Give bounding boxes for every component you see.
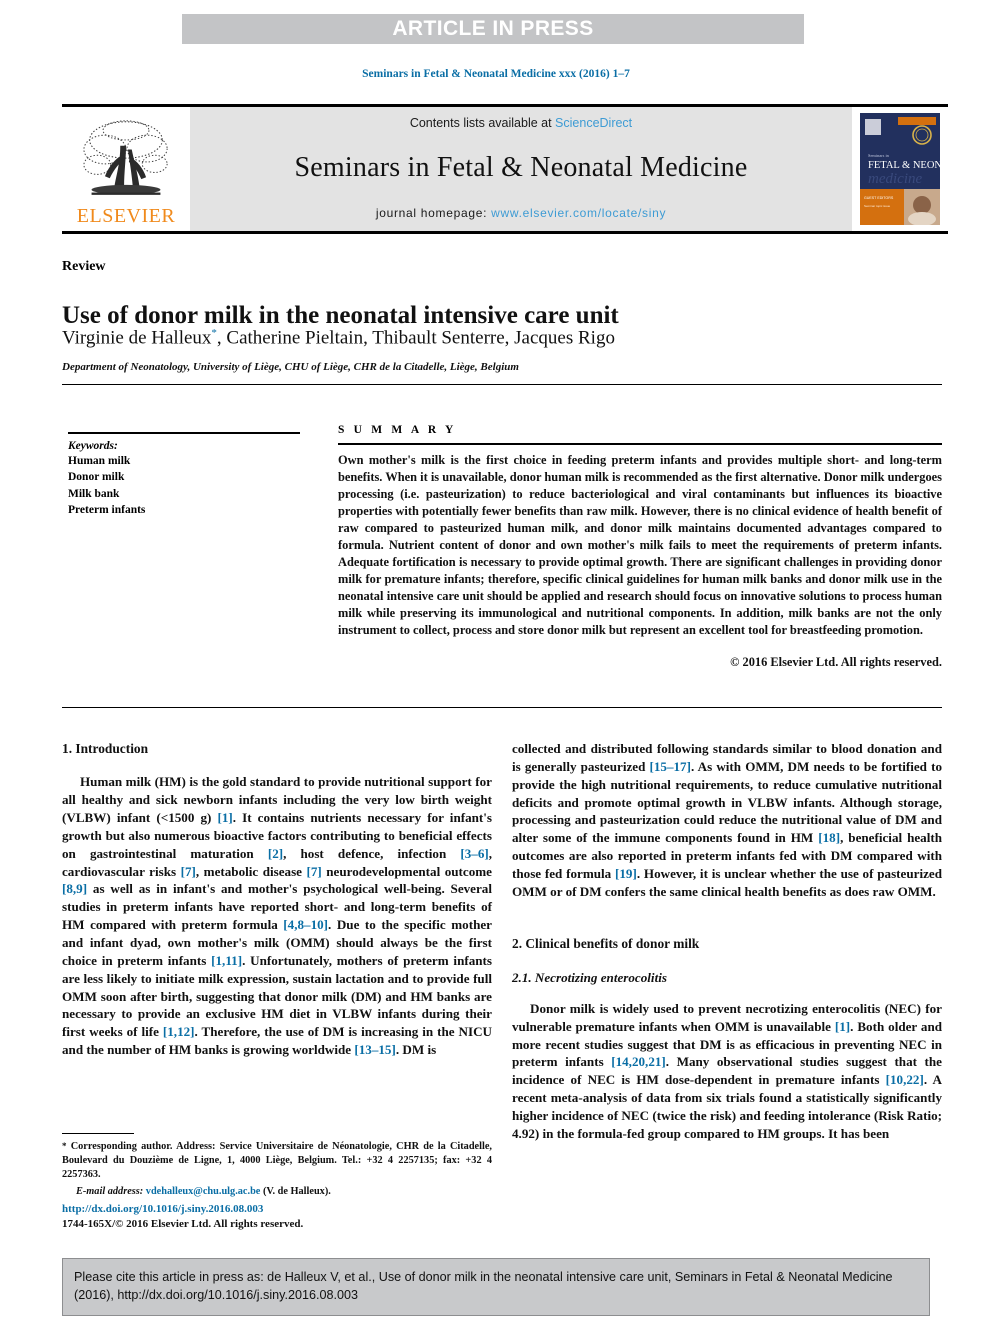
keywords-heading: Keywords: — [68, 440, 118, 452]
summary-block: S U M M A R Y Own mother's milk is the f… — [338, 424, 942, 670]
footnote-text: Corresponding author. Address: Service U… — [62, 1141, 492, 1181]
svg-text:Seminars in: Seminars in — [868, 153, 890, 158]
citation-ref[interactable]: [15–17] — [650, 759, 691, 774]
footnote-divider — [62, 1133, 134, 1134]
svg-text:Seminar topic issue: Seminar topic issue — [864, 204, 891, 208]
email-link[interactable]: vdehalleux@chu.ulg.ac.be — [146, 1186, 261, 1197]
text-run: , host defence, infection — [283, 845, 461, 861]
divider-under-abstract — [62, 707, 942, 708]
issn-copyright-line: 1744-165X/© 2016 Elsevier Ltd. All right… — [62, 1217, 304, 1230]
citation-ref[interactable]: [18] — [818, 830, 840, 845]
paragraph-nec: Donor milk is widely used to prevent nec… — [512, 1000, 942, 1143]
svg-text:GUEST EDITORS: GUEST EDITORS — [864, 196, 894, 200]
summary-text: Own mother's milk is the first choice in… — [338, 453, 942, 637]
section-heading-clinical-benefits: 2. Clinical benefits of donor milk — [512, 935, 700, 951]
corresponding-author-footnote: * Corresponding author. Address: Service… — [62, 1140, 492, 1199]
contents-lists-line: Contents lists available at ScienceDirec… — [410, 116, 632, 130]
email-suffix: (V. de Halleux). — [260, 1185, 331, 1197]
citation-ref[interactable]: [2] — [268, 846, 283, 861]
subsection-heading-nec: 2.1. Necrotizing enterocolitis — [512, 970, 667, 986]
doi-block: http://dx.doi.org/10.1016/j.siny.2016.08… — [62, 1202, 492, 1232]
footnote-email-line: E-mail address: vdehalleux@chu.ulg.ac.be… — [62, 1185, 492, 1199]
contents-prefix: Contents lists available at — [409, 116, 556, 130]
citation-ref[interactable]: [1,11] — [211, 953, 242, 968]
summary-divider — [338, 443, 942, 445]
elsevier-wordmark: ELSEVIER — [76, 205, 176, 227]
citation-ref[interactable]: [4,8–10] — [283, 917, 328, 932]
journal-title: Seminars in Fetal & Neonatal Medicine — [294, 152, 748, 183]
journal-cover-icon: Seminars in FETAL & NEONATAL medicine GU… — [860, 113, 940, 225]
citation-ref[interactable]: [10,22] — [886, 1072, 924, 1087]
sciencedirect-link[interactable]: ScienceDirect — [555, 116, 632, 130]
summary-heading: S U M M A R Y — [338, 424, 457, 436]
body-column-right: collected and distributed following stan… — [512, 740, 942, 1143]
keywords-divider — [68, 432, 300, 434]
doi-link[interactable]: http://dx.doi.org/10.1016/j.siny.2016.08… — [62, 1202, 492, 1217]
text-run: , metabolic disease — [195, 863, 307, 879]
paragraph-introduction: Human milk (HM) is the gold standard to … — [62, 773, 492, 1059]
citation-ref[interactable]: [1] — [835, 1019, 850, 1034]
author-affiliation: Department of Neonatology, University of… — [62, 361, 519, 373]
keywords-block: Keywords: Human milk Donor milk Milk ban… — [68, 432, 300, 518]
journal-cover-thumbnail: Seminars in FETAL & NEONATAL medicine GU… — [852, 107, 948, 231]
divider-under-head — [62, 384, 942, 385]
keyword-item: Human milk — [68, 455, 131, 467]
citation-ref[interactable]: [1,12] — [163, 1024, 195, 1039]
keyword-item: Preterm infants — [68, 503, 146, 516]
elsevier-tree-icon — [83, 120, 168, 195]
citation-ref[interactable]: [13–15] — [354, 1042, 395, 1057]
text-run: neurodevelopmental outcome — [321, 863, 492, 879]
citation-ref[interactable]: [7] — [181, 864, 196, 879]
summary-copyright: © 2016 Elsevier Ltd. All rights reserved… — [730, 654, 942, 669]
svg-text:FETAL & NEONATAL: FETAL & NEONATAL — [868, 160, 940, 171]
body-column-left: 1. Introduction Human milk (HM) is the g… — [62, 740, 492, 1059]
keyword-item: Donor milk — [68, 471, 125, 484]
author-rest: , Catherine Pieltain, Thibault Senterre,… — [216, 327, 615, 349]
keyword-item: Milk bank — [68, 487, 120, 500]
author-list: Virginie de Halleux*, Catherine Pieltain… — [62, 327, 942, 349]
elsevier-logo: ELSEVIER — [62, 107, 190, 231]
citation-ref[interactable]: [7] — [306, 864, 321, 879]
section-heading-introduction: 1. Introduction — [62, 741, 149, 756]
email-label: E-mail address: — [76, 1185, 144, 1197]
journal-homepage-line: journal homepage: www.elsevier.com/locat… — [376, 206, 666, 220]
journal-masthead: ELSEVIER Contents lists available at Sci… — [62, 104, 948, 234]
citation-ref[interactable]: [3–6] — [460, 846, 488, 861]
article-type: Review — [62, 259, 106, 274]
paragraph-introduction-continued: collected and distributed following stan… — [512, 740, 942, 901]
citation-ref[interactable]: [8,9] — [62, 881, 87, 896]
article-in-press-label: ARTICLE IN PRESS — [392, 17, 594, 40]
citation-ref[interactable]: [14,20,21] — [611, 1054, 666, 1069]
citation-notice-box: Please cite this article in press as: de… — [62, 1258, 930, 1316]
svg-text:medicine: medicine — [868, 171, 922, 187]
masthead-center: Contents lists available at ScienceDirec… — [190, 107, 852, 231]
homepage-prefix: journal homepage: — [375, 206, 492, 220]
journal-homepage-link[interactable]: www.elsevier.com/locate/siny — [491, 206, 666, 220]
citation-ref[interactable]: [1] — [217, 810, 232, 825]
citation-ref[interactable]: [19] — [615, 866, 637, 881]
article-in-press-banner: ARTICLE IN PRESS — [182, 14, 804, 44]
running-head: Seminars in Fetal & Neonatal Medicine xx… — [362, 68, 630, 80]
author-first: Virginie de Halleux — [62, 327, 212, 349]
text-run: . DM is — [395, 1042, 437, 1058]
